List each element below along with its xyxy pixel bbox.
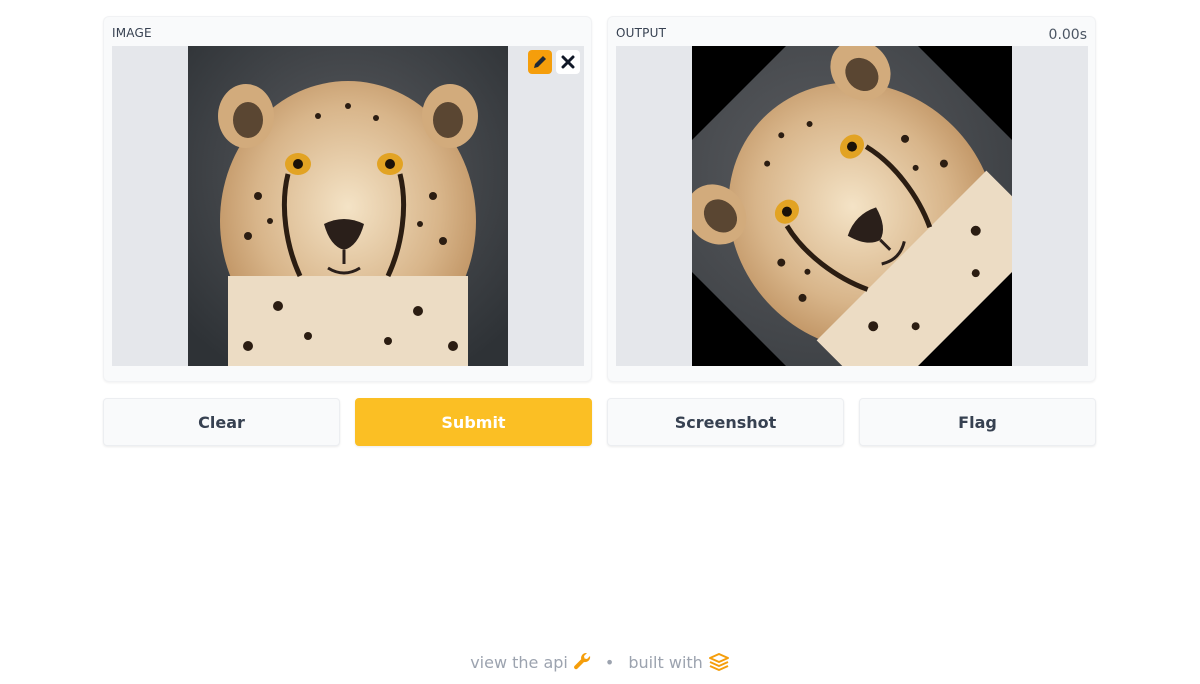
app-root: IMAGE OUTPUT 0.00s Clear Submit Screensh… [0,0,1200,684]
view-api-link[interactable]: view the api [470,652,591,672]
edit-image-button[interactable] [528,50,552,74]
submit-button[interactable]: Submit [355,398,592,446]
input-image-frame [112,46,584,366]
clear-button[interactable]: Clear [103,398,340,446]
output-image-frame [616,46,1088,366]
wrench-icon [573,653,591,670]
output-image [692,46,1012,366]
input-image-panel: IMAGE [103,16,592,382]
footer: view the api • built with [0,652,1200,672]
gradio-logo-icon [708,653,729,671]
close-icon [561,55,575,69]
footer-separator: • [604,652,615,672]
output-panel-label: OUTPUT [616,26,667,40]
output-image-panel: OUTPUT 0.00s [607,16,1096,382]
built-with-label: built with [628,652,703,672]
pencil-icon [534,56,546,68]
clear-image-button[interactable] [556,50,580,74]
input-image[interactable] [188,46,508,366]
flag-button[interactable]: Flag [859,398,1096,446]
view-api-label: view the api [470,652,568,672]
processing-timer: 0.00s [1048,27,1087,43]
cheetah-image-input [188,46,508,366]
cheetah-image-output [692,46,1012,366]
input-panel-label: IMAGE [112,26,152,40]
screenshot-button[interactable]: Screenshot [607,398,844,446]
built-with-link[interactable]: built with [628,653,730,672]
